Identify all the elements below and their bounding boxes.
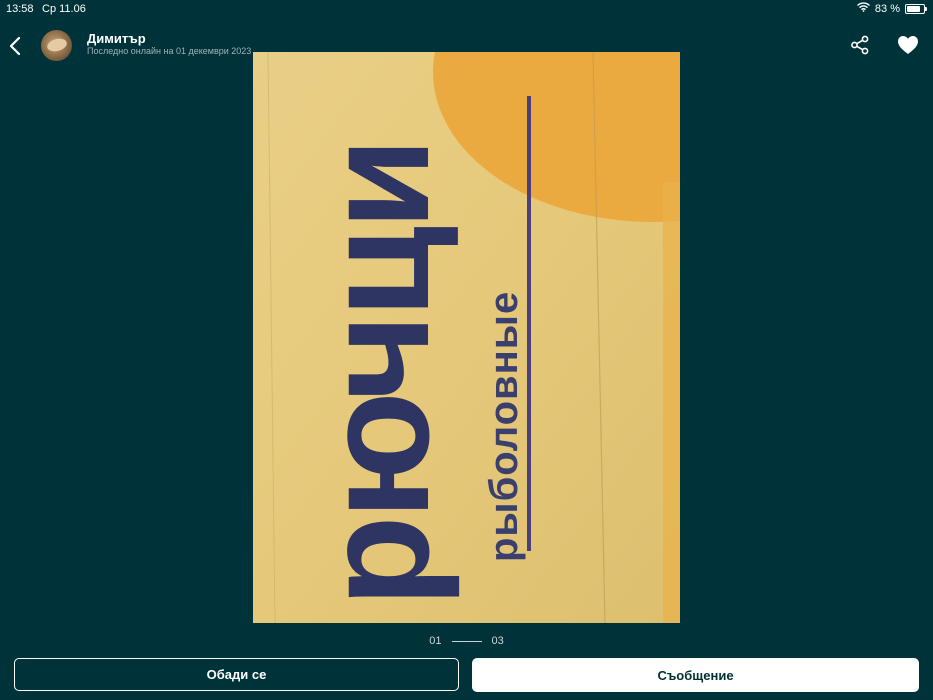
chevron-left-icon <box>9 36 21 56</box>
pager-divider <box>451 640 482 642</box>
favorite-button[interactable] <box>897 35 919 55</box>
user-name[interactable]: Димитър <box>87 31 146 46</box>
status-time: 13:58 <box>6 3 34 15</box>
back-button[interactable] <box>4 34 26 58</box>
status-date: Ср 11.06 <box>42 3 86 15</box>
pager-current: 01 <box>429 635 442 647</box>
call-button[interactable]: Обади се <box>14 658 459 691</box>
battery-level <box>907 5 921 12</box>
status-bar: 13:58 Ср 11.06 83 % <box>0 0 933 18</box>
battery-percent: 83 % <box>874 2 900 15</box>
pager-total: 03 <box>491 635 504 647</box>
last-online-status: Последно онлайн на 01 декември 2023 <box>87 46 252 56</box>
share-button[interactable] <box>850 35 870 55</box>
heart-icon <box>898 36 918 54</box>
photo-text-large: рючци <box>292 141 460 607</box>
photo-pager: 01 03 <box>0 633 933 649</box>
wifi-icon <box>856 2 870 15</box>
share-icon <box>851 35 869 55</box>
battery-icon <box>905 3 927 14</box>
listing-photo[interactable]: рючци рыболовные <box>253 52 680 623</box>
status-indicators: 83 % <box>856 2 927 15</box>
photo-image: рючци рыболовные <box>253 52 680 623</box>
avatar[interactable] <box>41 30 72 61</box>
photo-text-small: рыболовные <box>482 291 526 562</box>
message-button[interactable]: Съобщение <box>472 658 919 692</box>
